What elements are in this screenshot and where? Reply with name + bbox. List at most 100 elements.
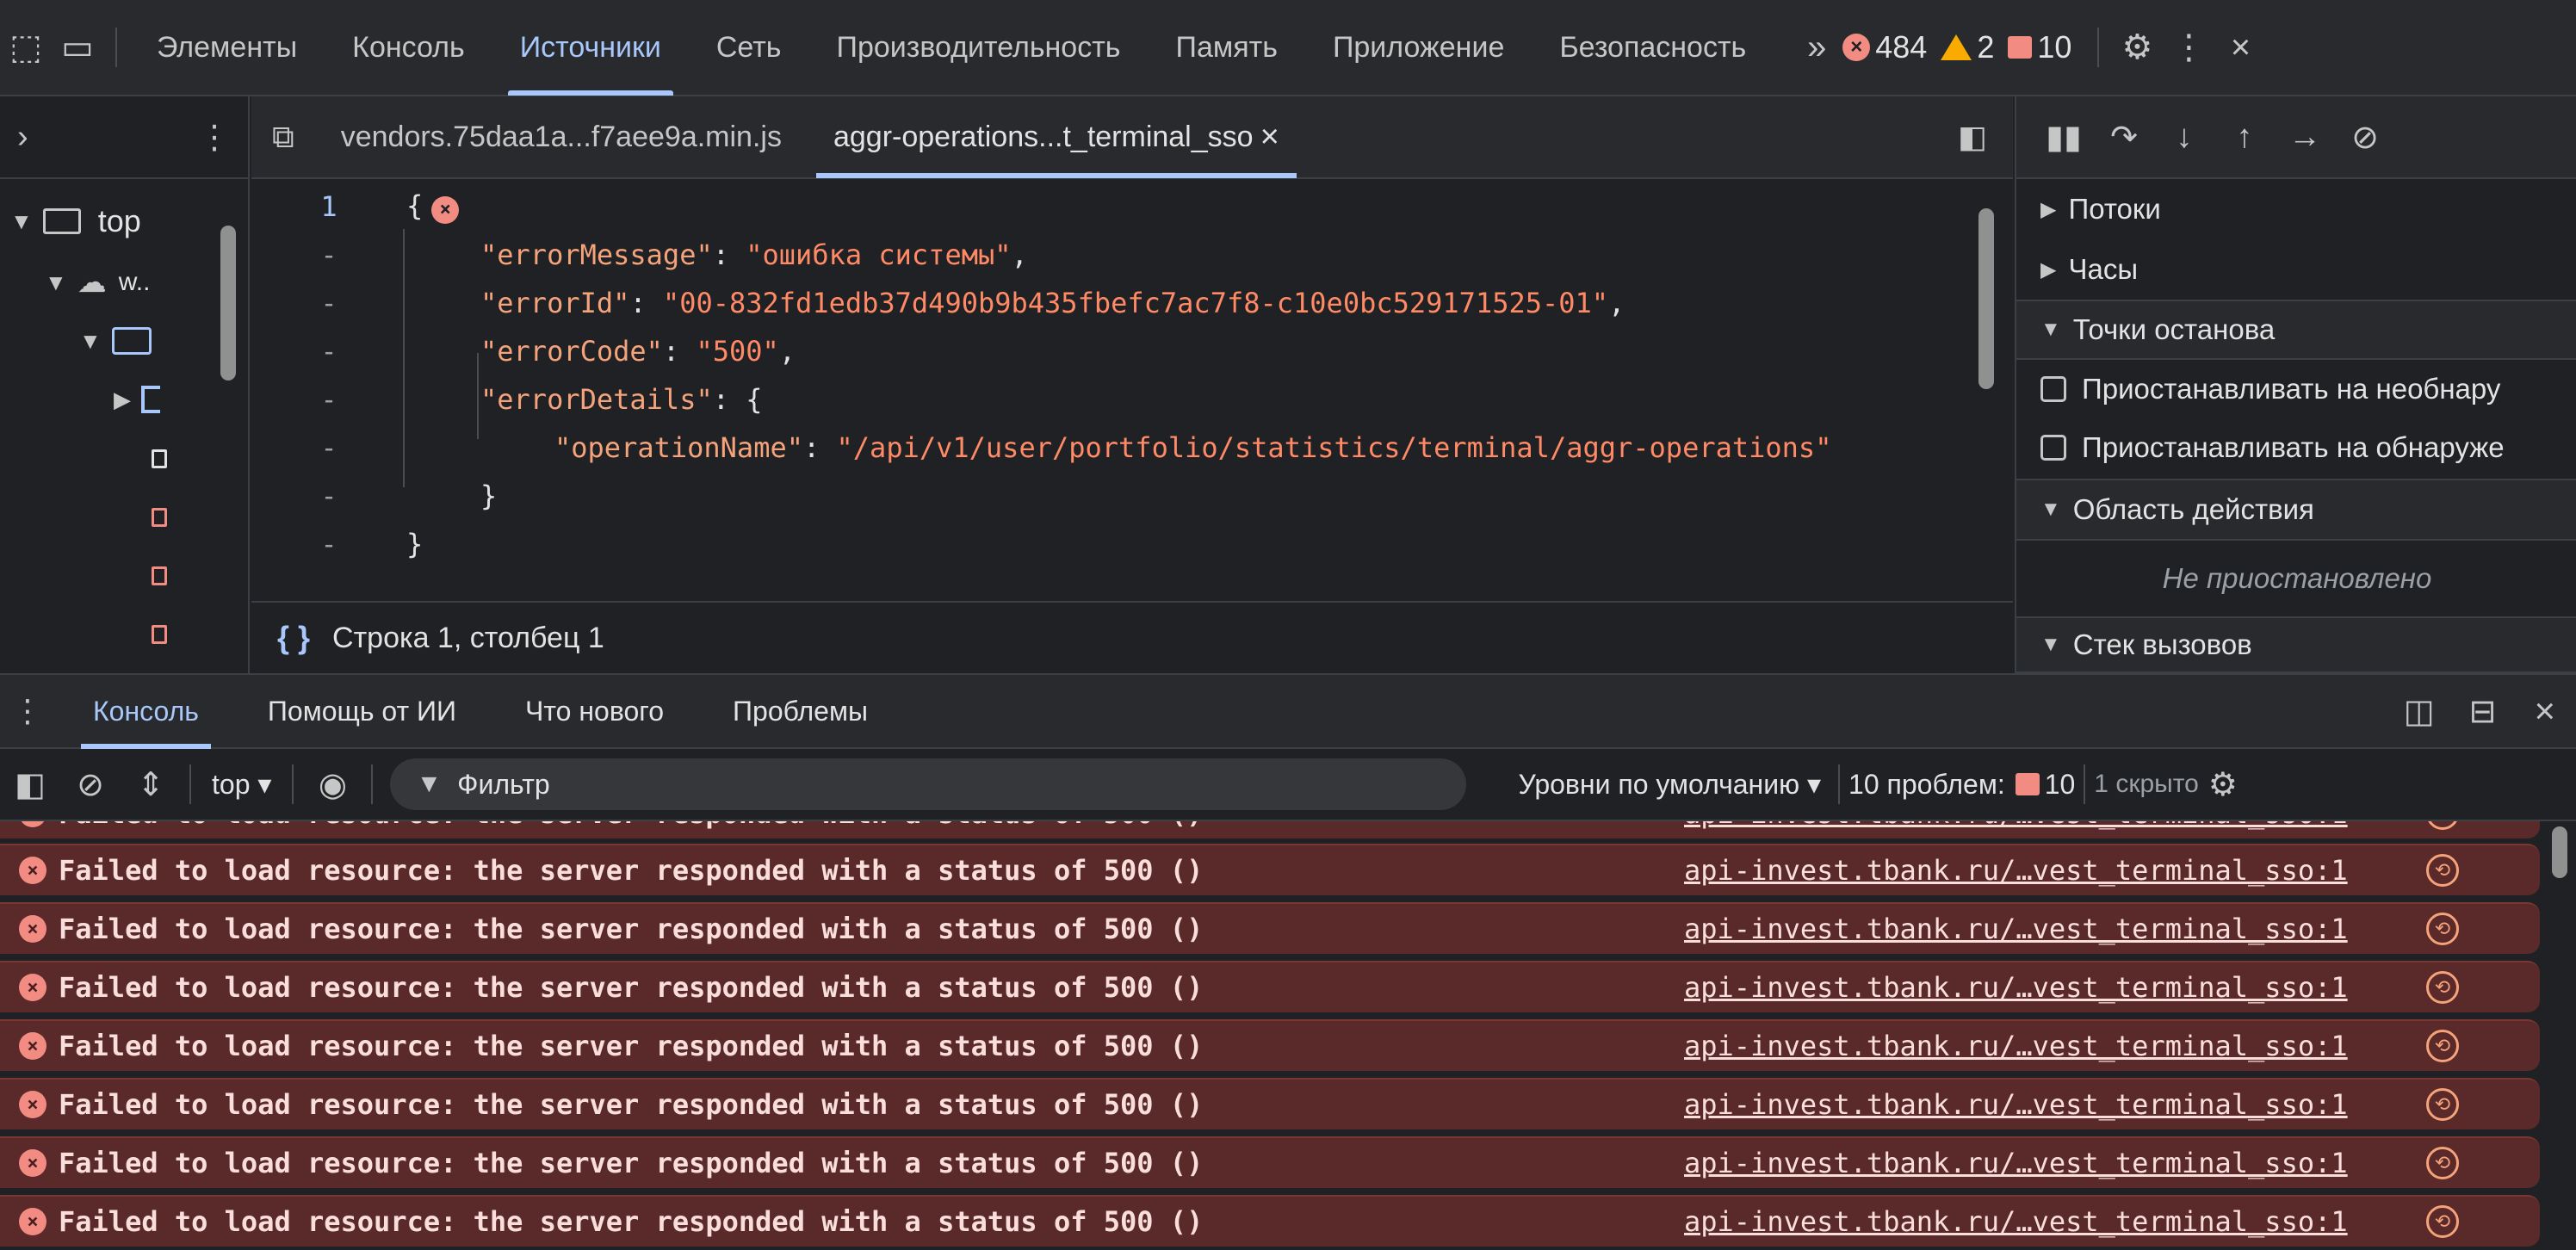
message-source-link[interactable]: api-invest.tbank.ru/…vest_terminal_sso:1: [1684, 971, 2348, 1004]
step-over-icon[interactable]: ↷: [2094, 118, 2154, 157]
tab-performance[interactable]: Производительность: [809, 0, 1149, 96]
tab-application[interactable]: Приложение: [1305, 0, 1532, 96]
console-message[interactable]: × Failed to load resource: the server re…: [0, 902, 2540, 954]
section-call-stack[interactable]: ▼ Стек вызовов: [2016, 616, 2576, 673]
close-drawer-icon[interactable]: ×: [2513, 690, 2576, 732]
kebab-menu-icon[interactable]: ⋮: [198, 118, 231, 157]
tree-item-origin[interactable]: ▼ ☁ w..: [45, 265, 150, 300]
tree-file[interactable]: [152, 566, 167, 585]
issues-counter[interactable]: 10: [2008, 29, 2071, 65]
chevron-right-icon[interactable]: ›: [17, 119, 28, 156]
message-source-link[interactable]: api-invest.tbank.ru/…vest_terminal_sso:1: [1684, 1030, 2348, 1062]
message-source-link[interactable]: api-invest.tbank.ru/…vest_terminal_sso:1: [1684, 1088, 2348, 1121]
section-scope[interactable]: ▼ Область действия: [2016, 479, 2576, 541]
dock-bottom-icon[interactable]: ⊟: [2452, 692, 2514, 731]
drawer-menu-icon[interactable]: ⋮: [0, 693, 59, 729]
request-icon[interactable]: ⟲: [2426, 1205, 2459, 1238]
request-icon[interactable]: ⟲: [2426, 1088, 2459, 1121]
log-levels-dropdown[interactable]: Уровни по умолчанию ▾: [1518, 768, 1821, 801]
message-source-link[interactable]: api-invest.tbank.ru/…vest_terminal_sso:1: [1684, 821, 2348, 830]
pause-uncaught-row[interactable]: Приостанавливать на необнару: [2016, 360, 2576, 418]
tab-sources[interactable]: Источники: [492, 0, 689, 96]
tree-item-folder[interactable]: ▼: [79, 327, 152, 355]
sidebar-toggle-icon[interactable]: ◧: [0, 765, 60, 804]
tab-memory[interactable]: Память: [1149, 0, 1305, 96]
toggle-debugger-icon[interactable]: ◧: [1958, 119, 1987, 155]
dock-side-icon[interactable]: ◫: [2387, 692, 2452, 731]
tree-item-subfolder[interactable]: ▶: [114, 386, 160, 413]
step-out-icon[interactable]: ↑: [2214, 119, 2275, 156]
close-tab-icon[interactable]: ×: [1260, 119, 1279, 156]
checkbox[interactable]: [2040, 376, 2066, 402]
request-icon[interactable]: ⟲: [2426, 1147, 2459, 1179]
console-message[interactable]: × Failed to load resource: the server re…: [0, 1195, 2540, 1247]
pause-icon[interactable]: ▮▮: [2034, 118, 2094, 157]
toggle-navigator-icon[interactable]: ⧉: [251, 119, 315, 156]
inspect-element-icon[interactable]: ⬚: [0, 22, 52, 73]
warning-counter[interactable]: 2: [1941, 29, 1994, 65]
step-into-icon[interactable]: ↓: [2154, 119, 2214, 156]
console-message[interactable]: × Failed to load resource: the server re…: [0, 821, 2540, 838]
gear-icon[interactable]: ⚙: [2199, 765, 2247, 804]
message-source-link[interactable]: api-invest.tbank.ru/…vest_terminal_sso:1: [1684, 913, 2348, 945]
close-icon[interactable]: ×: [2214, 22, 2266, 73]
console-message[interactable]: × Failed to load resource: the server re…: [0, 1136, 2540, 1188]
request-icon[interactable]: ⟲: [2426, 913, 2459, 945]
navigator-scrollbar[interactable]: [215, 183, 241, 665]
editor-scrollbar[interactable]: [1973, 183, 1999, 596]
tab-console[interactable]: Консоль: [325, 0, 492, 96]
tab-security[interactable]: Безопасность: [1532, 0, 1774, 96]
request-icon[interactable]: ⟲: [2426, 1030, 2459, 1062]
filter-input[interactable]: ▼ Фильтр: [390, 758, 1467, 810]
checkbox[interactable]: [2040, 435, 2066, 461]
tree-file[interactable]: [152, 508, 167, 527]
more-tabs-icon[interactable]: »: [1791, 22, 1842, 73]
eye-icon[interactable]: ◉: [302, 765, 362, 804]
section-watch[interactable]: ▶ Часы: [2016, 239, 2576, 300]
tree-file[interactable]: [152, 449, 167, 468]
device-toolbar-icon[interactable]: ▭: [52, 22, 103, 73]
console-message[interactable]: × Failed to load resource: the server re…: [0, 961, 2540, 1012]
scrollbar-thumb[interactable]: [2552, 826, 2567, 878]
message-source-link[interactable]: api-invest.tbank.ru/…vest_terminal_sso:1: [1684, 1147, 2348, 1179]
scrollbar-thumb[interactable]: [220, 226, 236, 381]
editor-tab-vendors[interactable]: vendors.75daa1a...f7aee9a.min.js: [315, 96, 808, 178]
error-counter[interactable]: × 484: [1842, 29, 1927, 65]
pause-caught-row[interactable]: Приостанавливать на обнаруже: [2016, 418, 2576, 477]
pretty-print-icon[interactable]: { }: [277, 620, 310, 656]
console-message[interactable]: × Failed to load resource: the server re…: [0, 1078, 2540, 1129]
request-icon[interactable]: ⟲: [2426, 821, 2459, 830]
collapse-groups-icon[interactable]: ⇕: [121, 765, 181, 804]
message-source-link[interactable]: api-invest.tbank.ru/…vest_terminal_sso:1: [1684, 1205, 2348, 1238]
console-message[interactable]: × Failed to load resource: the server re…: [0, 1019, 2540, 1071]
editor-tab-aggr-operations[interactable]: aggr-operations...t_terminal_sso ×: [808, 96, 1305, 178]
drawer-tab-issues[interactable]: Проблемы: [698, 673, 902, 749]
deactivate-breakpoints-icon[interactable]: ⊘: [2335, 118, 2395, 157]
console-scrollbar[interactable]: [2547, 821, 2573, 1250]
context-selector[interactable]: top ▾: [200, 768, 283, 801]
console-messages[interactable]: × Failed to load resource: the server re…: [0, 821, 2576, 1250]
tab-elements[interactable]: Элементы: [129, 0, 325, 96]
toolbar-divider: [2097, 28, 2100, 67]
tree-item-top[interactable]: ▼ top: [10, 203, 141, 239]
clear-console-icon[interactable]: ⊘: [60, 765, 121, 804]
drawer-tab-console[interactable]: Консоль: [59, 673, 233, 749]
scrollbar-thumb[interactable]: [1978, 208, 1994, 389]
section-threads[interactable]: ▶ Потоки: [2016, 179, 2576, 239]
drawer-tab-ai-assistance[interactable]: Помощь от ИИ: [233, 673, 491, 749]
message-source-link[interactable]: api-invest.tbank.ru/…vest_terminal_sso:1: [1684, 854, 2348, 887]
issues-link[interactable]: 10 проблем: 10: [1848, 769, 2075, 801]
section-breakpoints[interactable]: ▼ Точки останова: [2016, 300, 2576, 360]
error-marker-icon[interactable]: ×: [431, 195, 460, 224]
drawer-tab-whats-new[interactable]: Что нового: [491, 673, 698, 749]
kebab-menu-icon[interactable]: ⋮: [2163, 22, 2214, 73]
console-message[interactable]: × Failed to load resource: the server re…: [0, 844, 2540, 895]
code-content[interactable]: 1 {× - "errorMessage": "ошибка системы",…: [251, 181, 1999, 596]
tab-network[interactable]: Сеть: [689, 0, 809, 96]
tree-file[interactable]: [152, 625, 167, 644]
request-icon[interactable]: ⟲: [2426, 854, 2459, 887]
json-key: "operationName": [554, 431, 803, 464]
request-icon[interactable]: ⟲: [2426, 971, 2459, 1004]
gear-icon[interactable]: ⚙: [2111, 22, 2163, 73]
step-icon[interactable]: →: [2275, 119, 2335, 156]
